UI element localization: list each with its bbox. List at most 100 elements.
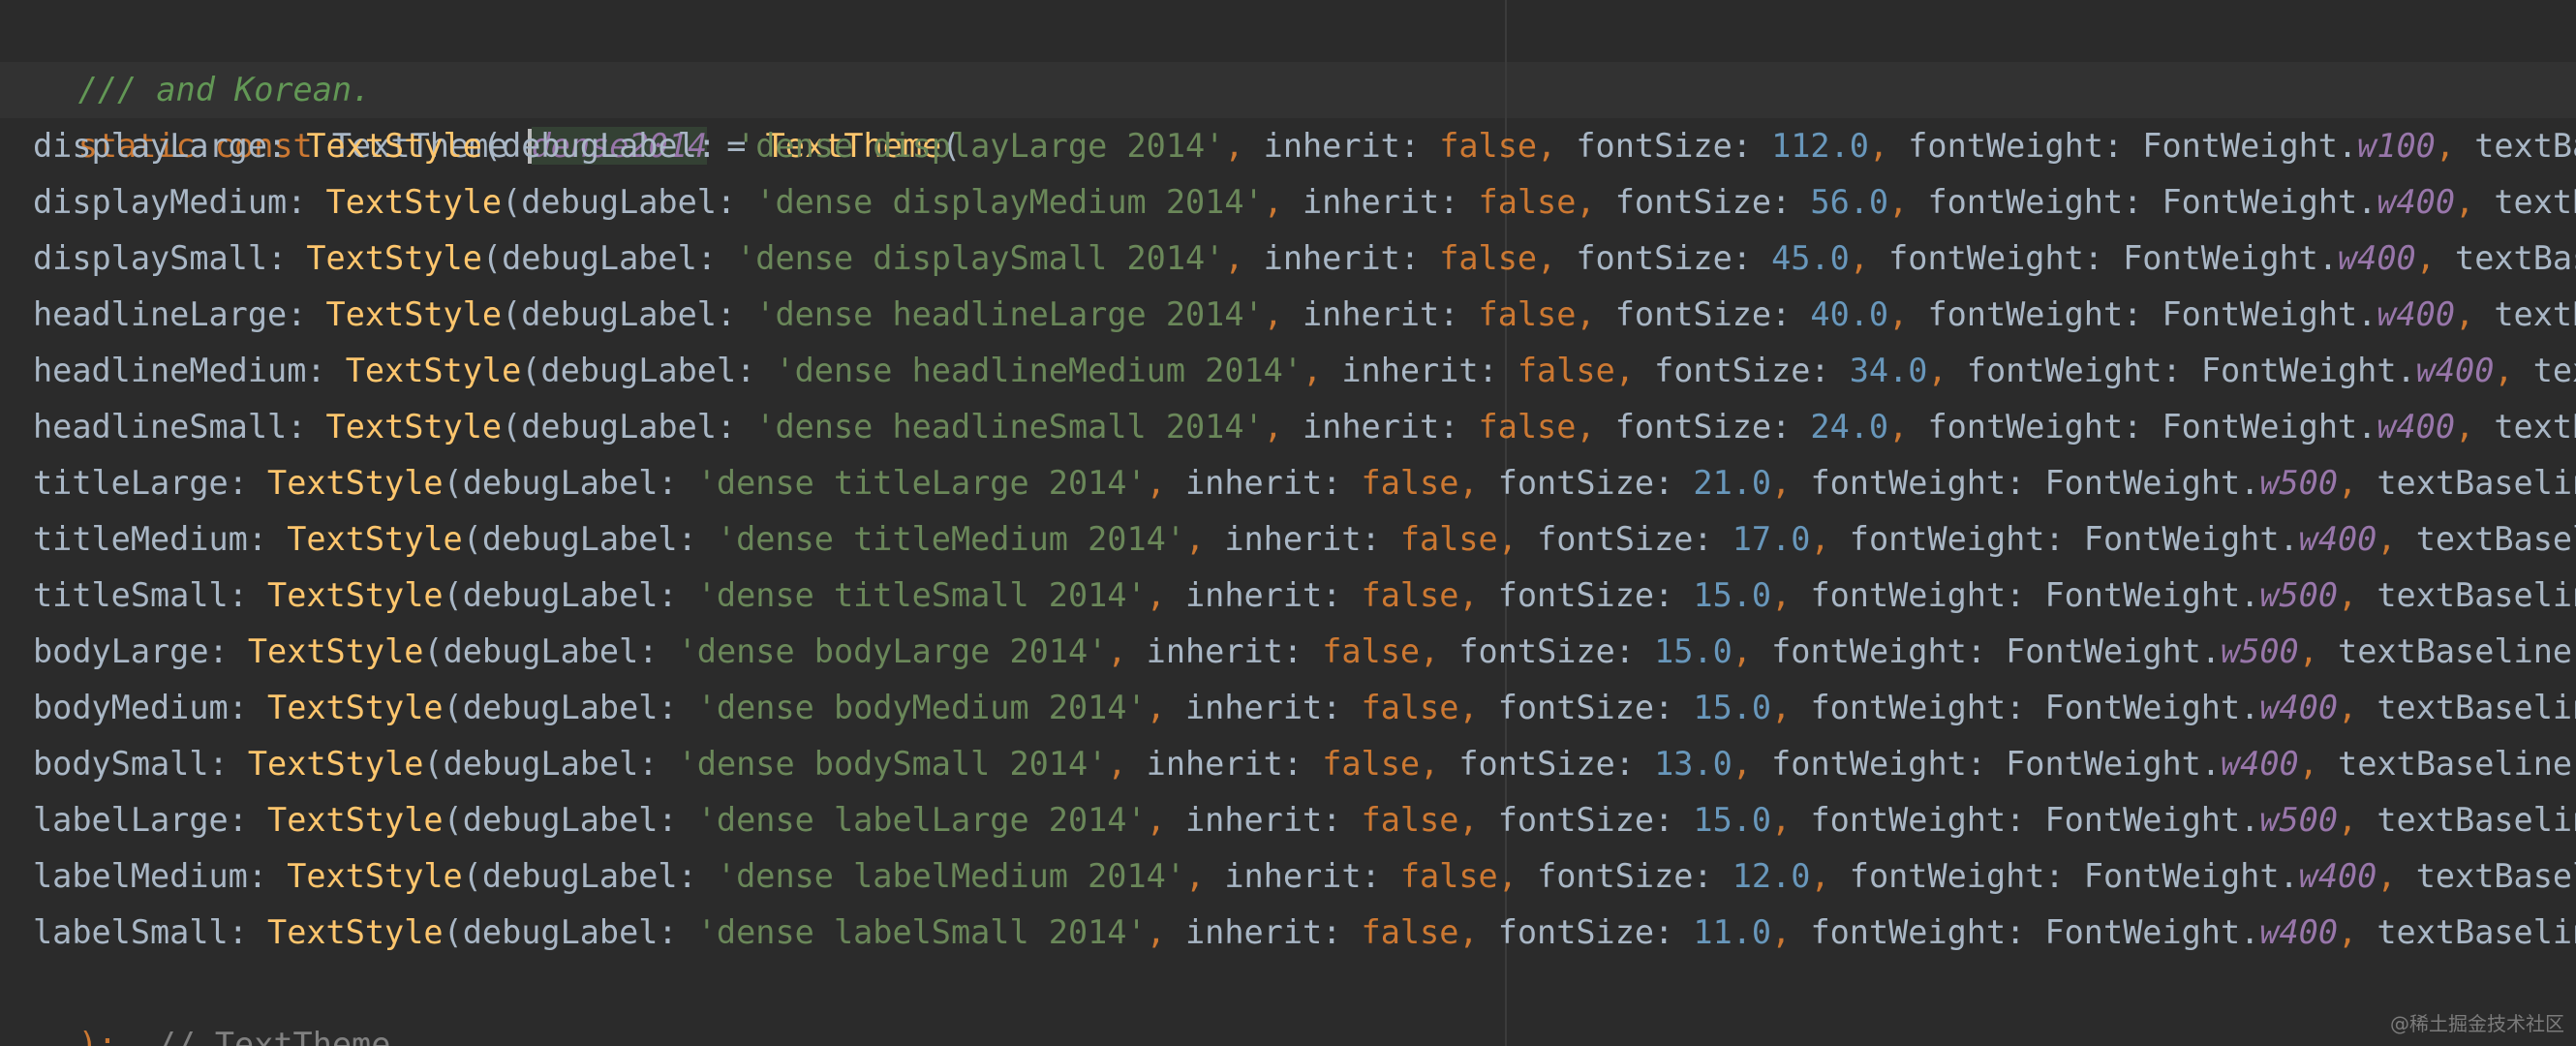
comma: , xyxy=(2415,239,2456,277)
colon: : xyxy=(228,801,268,839)
inherit-key: inherit: xyxy=(1303,295,1479,333)
fontweight-key: fontWeight: FontWeight. xyxy=(1849,520,2299,558)
inherit-value: false xyxy=(1361,801,1459,839)
code-line-headlineLarge[interactable]: headlineLarge: TextStyle(debugLabel: 'de… xyxy=(0,287,2576,343)
textstyle-ctor: TextStyle xyxy=(287,857,463,895)
code-line-displayMedium[interactable]: displayMedium: TextStyle(debugLabel: 'de… xyxy=(0,174,2576,231)
inherit-key: inherit: xyxy=(1185,464,1362,502)
comma: , xyxy=(2298,632,2339,670)
debuglabel-value: 'dense displayLarge 2014' xyxy=(736,127,1225,165)
code-line-labelLarge[interactable]: labelLarge: TextStyle(debugLabel: 'dense… xyxy=(0,792,2576,848)
field-name: titleSmall xyxy=(33,576,229,614)
paren: ( xyxy=(443,689,463,726)
comma: , xyxy=(1576,295,1615,333)
debuglabel-value: 'dense titleSmall 2014' xyxy=(696,576,1147,614)
debuglabel-key: debugLabel: xyxy=(443,745,678,783)
colon: : xyxy=(228,689,268,726)
code-line-declaration[interactable]: static const TextTheme dense2014 = TextT… xyxy=(0,62,961,165)
debuglabel-key: debugLabel: xyxy=(462,576,697,614)
debuglabel-value: 'dense titleMedium 2014' xyxy=(716,520,1185,558)
fontsize-key: fontSize: xyxy=(1497,464,1694,502)
textstyle-ctor: TextStyle xyxy=(247,745,424,783)
truncated-tail: textBaselin xyxy=(2377,689,2576,726)
code-line-closing[interactable]: ); // TextTheme xyxy=(0,961,391,1046)
field-name: displaySmall xyxy=(33,239,268,277)
comma: , xyxy=(1107,632,1147,670)
truncated-tail: textBaselin xyxy=(2377,913,2576,951)
debuglabel-value: 'dense bodyLarge 2014' xyxy=(677,632,1108,670)
fontweight-key: fontWeight: FontWeight. xyxy=(1810,913,2260,951)
truncated-tail: textBaseli xyxy=(2415,520,2576,558)
paren: ( xyxy=(521,352,541,389)
fontsize-value: 34.0 xyxy=(1849,352,1928,389)
fontsize-key: fontSize: xyxy=(1497,801,1694,839)
code-line-bodyMedium[interactable]: bodyMedium: TextStyle(debugLabel: 'dense… xyxy=(0,680,2576,736)
fontweight-key: fontWeight: FontWeight. xyxy=(1966,352,2416,389)
truncated-tail: textBaseline: xyxy=(2338,745,2576,783)
comma: , xyxy=(2338,576,2377,614)
fontweight-value: w400 xyxy=(2259,689,2339,726)
fontsize-key: fontSize: xyxy=(1614,408,1811,446)
comma: , xyxy=(1107,745,1147,783)
fontsize-key: fontSize: xyxy=(1576,127,1772,165)
code-line-titleSmall[interactable]: titleSmall: TextStyle(debugLabel: 'dense… xyxy=(0,568,2576,624)
inherit-value: false xyxy=(1361,576,1459,614)
code-line-titleMedium[interactable]: titleMedium: TextStyle(debugLabel: 'dens… xyxy=(0,511,2576,568)
closing-comment: // TextTheme xyxy=(156,1026,391,1046)
comma: , xyxy=(1458,689,1498,726)
fontweight-key: fontWeight: FontWeight. xyxy=(1810,464,2260,502)
comma: , xyxy=(1146,576,1185,614)
fontweight-key: fontWeight: FontWeight. xyxy=(1810,801,2260,839)
comma: , xyxy=(1771,689,1811,726)
inherit-value: false xyxy=(1361,913,1459,951)
debuglabel-key: debugLabel: xyxy=(521,295,756,333)
comma: , xyxy=(1420,745,1459,783)
fontweight-value: w400 xyxy=(2377,408,2456,446)
comma: , xyxy=(1185,520,1225,558)
comma: , xyxy=(1263,408,1303,446)
code-line-labelSmall[interactable]: labelSmall: TextStyle(debugLabel: 'dense… xyxy=(0,905,2576,961)
paren: ( xyxy=(443,576,463,614)
truncated-tail: textBaselin xyxy=(2377,801,2576,839)
fontweight-value: w400 xyxy=(2377,295,2456,333)
inherit-key: inherit: xyxy=(1303,408,1479,446)
comma: , xyxy=(1771,464,1811,502)
colon: : xyxy=(287,295,326,333)
fontsize-value: 56.0 xyxy=(1810,183,1889,221)
truncated-tail: textBa xyxy=(2494,295,2576,333)
truncated-tail: textBaseline: xyxy=(2338,632,2576,670)
debuglabel-value: 'dense headlineLarge 2014' xyxy=(755,295,1264,333)
inherit-key: inherit: xyxy=(1146,745,1323,783)
debuglabel-value: 'dense labelSmall 2014' xyxy=(696,913,1147,951)
code-line-displaySmall[interactable]: displaySmall: TextStyle(debugLabel: 'den… xyxy=(0,231,2576,287)
textstyle-ctor: TextStyle xyxy=(267,464,444,502)
code-line-titleLarge[interactable]: titleLarge: TextStyle(debugLabel: 'dense… xyxy=(0,455,2576,511)
code-line-doc-comment[interactable]: /// and Korean. xyxy=(0,6,372,108)
fontsize-value: 45.0 xyxy=(1771,239,1850,277)
field-name: labelSmall xyxy=(33,913,229,951)
fontweight-key: fontWeight: FontWeight. xyxy=(1771,745,2221,783)
code-line-displayLarge[interactable]: displayLarge: TextStyle(debugLabel: 'den… xyxy=(0,118,2576,174)
debuglabel-key: debugLabel: xyxy=(481,857,717,895)
debuglabel-key: debugLabel: xyxy=(443,632,678,670)
paren: ( xyxy=(462,857,482,895)
truncated-tail: textBas xyxy=(2474,127,2576,165)
code-line-bodySmall[interactable]: bodySmall: TextStyle(debugLabel: 'dense … xyxy=(0,736,2576,792)
code-editor[interactable]: /// and Korean. static const TextTheme d… xyxy=(0,0,2576,1046)
code-line-headlineSmall[interactable]: headlineSmall: TextStyle(debugLabel: 'de… xyxy=(0,399,2576,455)
debuglabel-key: debugLabel: xyxy=(462,913,697,951)
paren: ( xyxy=(481,239,503,277)
fontweight-value: w500 xyxy=(2221,632,2299,670)
code-line-headlineMedium[interactable]: headlineMedium: TextStyle(debugLabel: 'd… xyxy=(0,343,2576,399)
truncated-tail: textBaselin xyxy=(2377,576,2576,614)
inherit-key: inherit: xyxy=(1185,689,1362,726)
fontsize-value: 15.0 xyxy=(1654,632,1733,670)
paren: ( xyxy=(462,520,482,558)
inherit-key: inherit: xyxy=(1146,632,1323,670)
comma: , xyxy=(1263,183,1303,221)
fontweight-value: w400 xyxy=(2338,239,2416,277)
fontsize-key: fontSize: xyxy=(1537,520,1733,558)
comma: , xyxy=(2377,857,2416,895)
code-line-bodyLarge[interactable]: bodyLarge: TextStyle(debugLabel: 'dense … xyxy=(0,624,2576,680)
code-line-labelMedium[interactable]: labelMedium: TextStyle(debugLabel: 'dens… xyxy=(0,848,2576,905)
